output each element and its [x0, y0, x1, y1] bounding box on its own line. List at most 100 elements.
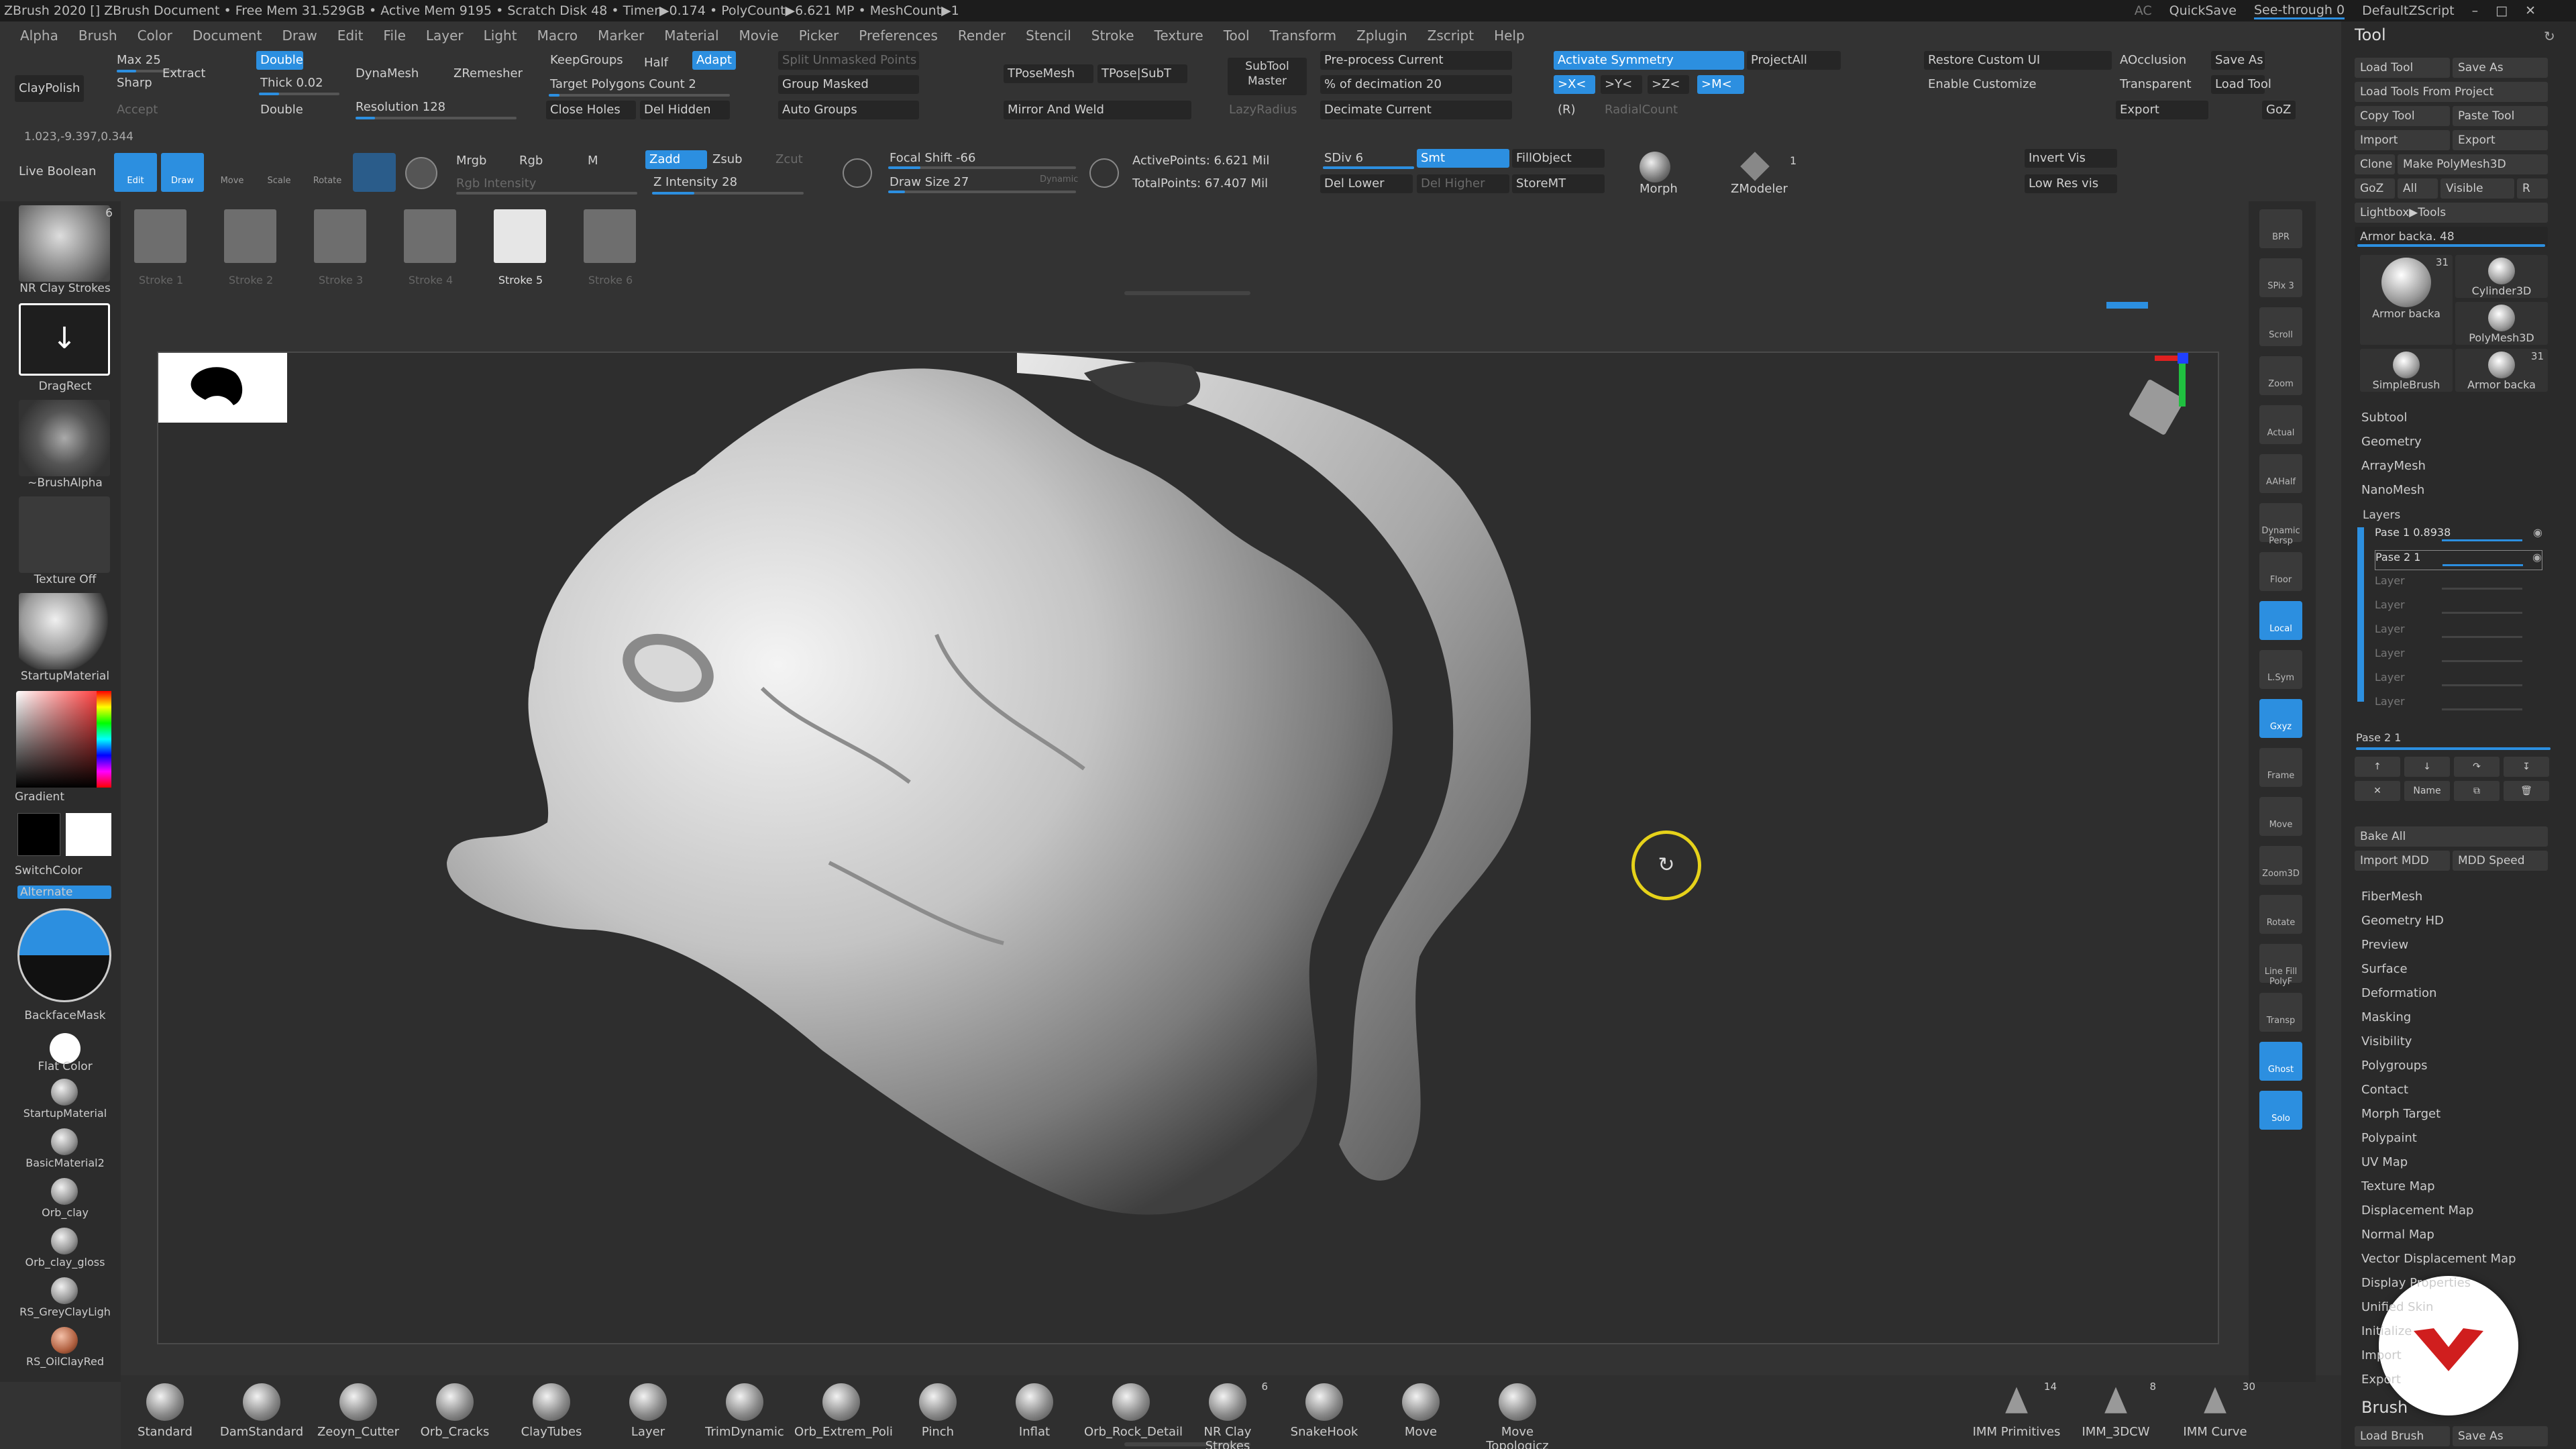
minimize-icon[interactable]: – [2472, 3, 2479, 18]
dynamesh-button[interactable]: DynaMesh [352, 64, 423, 83]
copy-icon[interactable]: ⧉ [2454, 781, 2500, 801]
lightbox-tools-button[interactable]: Lightbox▶Tools [2355, 203, 2548, 223]
brush-orb-extrem-poli[interactable]: Orb_Extrem_Poli [794, 1383, 893, 1439]
trash-icon[interactable]: 🗑 [2504, 781, 2549, 801]
zadd-toggle[interactable]: Zadd [645, 150, 707, 169]
section-subtool[interactable]: Subtool [2361, 411, 2407, 425]
brush-thumbnail[interactable] [19, 205, 110, 282]
target-polygons-slider[interactable]: Target Polygons Count 2 [546, 75, 700, 94]
layer-slider[interactable] [2442, 539, 2522, 541]
edit-mode-button[interactable]: Edit [114, 153, 157, 192]
rgb-intensity-slider[interactable]: Rgb Intensity [452, 174, 540, 193]
section-polypaint[interactable]: Polypaint [2361, 1131, 2417, 1145]
focal-shift-slider[interactable]: Focal Shift -66 [885, 149, 979, 168]
menu-macro[interactable]: Macro [537, 28, 578, 44]
stroke-thumbnail-1[interactable] [134, 209, 186, 263]
shelf-ghost[interactable]: Ghost [2259, 1042, 2302, 1081]
layer-visibility-icon[interactable]: ◉ [2532, 551, 2542, 564]
menu-tool[interactable]: Tool [1224, 28, 1250, 44]
draw-size-slider[interactable]: Draw Size 27 [885, 173, 973, 192]
adapt-toggle[interactable]: Adapt [692, 51, 736, 70]
clone-button[interactable]: Clone [2355, 154, 2395, 174]
sdiv-track[interactable] [1323, 166, 1414, 169]
brush-zeoyn-cutter[interactable]: Zeoyn_Cutter [311, 1383, 405, 1439]
make-polymesh-button[interactable]: Make PolyMesh3D [2398, 154, 2548, 174]
polyframe-icon[interactable] [405, 157, 437, 189]
z-intensity-slider[interactable]: Z Intensity 28 [649, 173, 741, 192]
tool-thumb[interactable]: Cylinder3D [2455, 255, 2548, 298]
layer-row[interactable]: Layer [2375, 671, 2542, 691]
zcut-toggle[interactable]: Zcut [771, 150, 807, 169]
export-button[interactable]: Export [2116, 101, 2208, 119]
shelf-scroll[interactable]: Scroll [2259, 307, 2302, 346]
bake-all-button[interactable]: Bake All [2355, 826, 2548, 847]
double-toggle-2[interactable]: Double [256, 101, 307, 119]
goz-button[interactable]: GoZ [2355, 178, 2395, 199]
shelf-gxyz[interactable]: Gxyz [2259, 699, 2302, 738]
scale-mode-button[interactable]: Scale [258, 153, 301, 192]
close-holes-button[interactable]: Close Holes [546, 101, 636, 119]
del-lower-button[interactable]: Del Lower [1320, 174, 1413, 193]
smt-toggle[interactable]: Smt [1417, 149, 1509, 168]
low-res-vis-button[interactable]: Low Res vis [2025, 174, 2117, 193]
draw-size-track[interactable] [888, 191, 1076, 193]
section-displacement-map[interactable]: Displacement Map [2361, 1203, 2473, 1218]
imm-imm-curve[interactable]: IMM Curve 30 [2168, 1381, 2262, 1439]
material-ball[interactable] [51, 1079, 78, 1106]
menu-marker[interactable]: Marker [598, 28, 644, 44]
zremesher-button[interactable]: ZRemesher [449, 64, 527, 83]
section-initialize[interactable]: Initialize [2361, 1324, 2412, 1338]
keepgroups-button[interactable]: KeepGroups [546, 51, 627, 70]
main-color-swatch[interactable] [17, 813, 60, 856]
menu-color[interactable]: Color [138, 28, 172, 44]
brush-inflat[interactable]: Inflat [987, 1383, 1081, 1439]
menu-brush[interactable]: Brush [78, 28, 117, 44]
menu-alpha[interactable]: Alpha [20, 28, 58, 44]
delete-icon[interactable]: ✕ [2355, 781, 2400, 801]
subtool-master-button[interactable]: SubTool Master [1228, 58, 1307, 95]
extract-button[interactable]: Extract [158, 64, 209, 83]
stroke-thumbnail-3[interactable] [314, 209, 366, 263]
claypolish-button[interactable]: ClayPolish [15, 75, 85, 102]
double-toggle[interactable]: Double [256, 51, 303, 70]
storemt-button[interactable]: StoreMT [1512, 174, 1605, 193]
section-normal-map[interactable]: Normal Map [2361, 1228, 2434, 1242]
brush-save-as-button[interactable]: Save As [2453, 1426, 2548, 1446]
menu-render[interactable]: Render [958, 28, 1006, 44]
load-tools-from-project-button[interactable]: Load Tools From Project [2355, 82, 2548, 102]
menu-movie[interactable]: Movie [739, 28, 779, 44]
import-mdd-button[interactable]: Import MDD [2355, 851, 2450, 871]
resolution-slider-track[interactable] [356, 117, 517, 119]
rename-button[interactable]: Name [2404, 781, 2450, 801]
shelf-zoom[interactable]: Zoom [2259, 356, 2302, 395]
sym-y-toggle[interactable]: >Y< [1601, 75, 1642, 94]
shelf-transp[interactable]: Transp [2259, 993, 2302, 1032]
armor-slider-track[interactable] [2357, 244, 2545, 247]
gizmo-button[interactable] [353, 153, 396, 192]
section-visibility[interactable]: Visibility [2361, 1034, 2412, 1049]
tool-panel-title[interactable]: Tool [2355, 25, 2386, 44]
hue-strip[interactable] [97, 691, 111, 788]
mirror-weld-button[interactable]: Mirror And Weld [1004, 101, 1191, 119]
decimation-slider[interactable]: % of decimation 20 [1320, 75, 1512, 94]
stroke-thumbnail-4[interactable] [404, 209, 456, 263]
layer-slider[interactable] [2442, 636, 2522, 638]
layer-row[interactable]: Layer [2375, 695, 2542, 715]
brush-move[interactable]: Move [1374, 1383, 1468, 1439]
sdiv-slider[interactable]: SDiv 6 [1320, 149, 1367, 168]
arrow-down-icon[interactable]: ↓ [2404, 757, 2450, 777]
layer-slider[interactable] [2442, 612, 2522, 614]
brush-snakehook[interactable]: SnakeHook [1277, 1383, 1371, 1439]
aocclusion-button[interactable]: AOcclusion [2116, 51, 2190, 70]
menu-transform[interactable]: Transform [1270, 28, 1336, 44]
section-deformation[interactable]: Deformation [2361, 986, 2436, 1000]
stroke-thumbnail-2[interactable] [224, 209, 276, 263]
section-geometry-hd[interactable]: Geometry HD [2361, 914, 2444, 928]
brush-nr-clay-strokes[interactable]: NR Clay Strokes 6 [1181, 1381, 1275, 1449]
brush-orb-cracks[interactable]: Orb_Cracks [408, 1383, 502, 1439]
arrow-up-icon[interactable]: ↑ [2355, 757, 2400, 777]
shelf-dynamic-persp[interactable]: Dynamic Persp [2259, 503, 2302, 546]
sym-z-toggle[interactable]: >Z< [1648, 75, 1689, 94]
shelf-zoom3d[interactable]: Zoom3D [2259, 846, 2302, 885]
invert-vis-button[interactable]: Invert Vis [2025, 149, 2117, 168]
